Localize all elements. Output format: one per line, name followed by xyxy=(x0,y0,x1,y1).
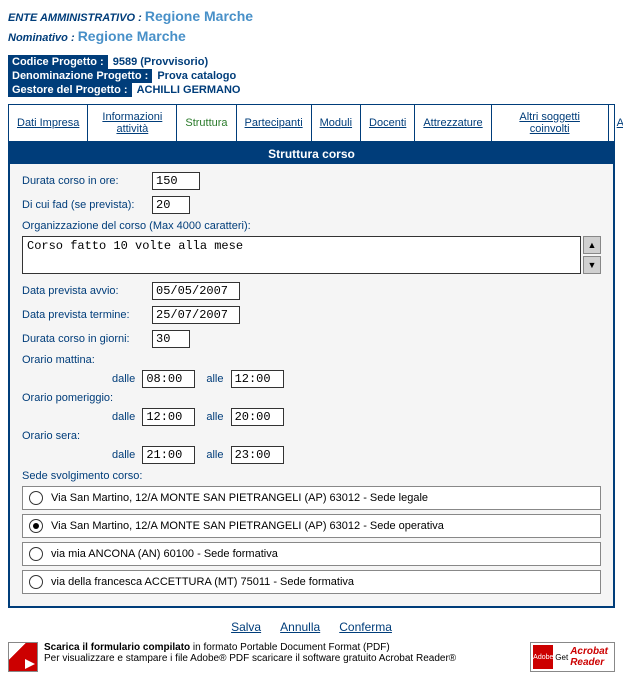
annulla-link[interactable]: Annulla xyxy=(280,620,320,634)
scroll-up-icon[interactable]: ▲ xyxy=(583,236,601,254)
conferma-link[interactable]: Conferma xyxy=(339,620,392,634)
panel-struttura: Struttura corso Durata corso in ore: Di … xyxy=(8,142,615,608)
panel-title: Struttura corso xyxy=(10,144,613,164)
organizzazione-textarea[interactable]: Corso fatto 10 volte alla mese xyxy=(22,236,581,274)
salva-link[interactable]: Salva xyxy=(231,620,261,634)
radio-icon xyxy=(29,575,43,589)
sera-dalle-input[interactable] xyxy=(142,446,195,464)
sera-label: Orario sera: xyxy=(22,430,601,442)
avvio-label: Data prevista avvio: xyxy=(22,285,152,297)
tab-informazioni-attivita[interactable]: Informazioni attività xyxy=(88,105,177,141)
codice-progetto-value: 9589 (Provvisorio) xyxy=(111,56,208,68)
tab-docenti[interactable]: Docenti xyxy=(361,105,415,141)
tab-altri-soggetti[interactable]: Altri soggetti coinvolti xyxy=(492,105,609,141)
mattina-label: Orario mattina: xyxy=(22,354,601,366)
sede-option-1[interactable]: Via San Martino, 12/A MONTE SAN PIETRANG… xyxy=(22,514,601,538)
denominazione-label: Denominazione Progetto : xyxy=(8,69,152,83)
sede-text: via della francesca ACCETTURA (MT) 75011… xyxy=(51,576,354,588)
organizzazione-label: Organizzazione del corso (Max 4000 carat… xyxy=(22,220,601,232)
dalle-label: dalle xyxy=(112,373,135,385)
tab-partecipanti[interactable]: Partecipanti xyxy=(237,105,312,141)
pom-dalle-input[interactable] xyxy=(142,408,195,426)
termine-label: Data prevista termine: xyxy=(22,309,152,321)
alle-label: alle xyxy=(206,373,223,385)
pom-alle-input[interactable] xyxy=(231,408,284,426)
durata-ore-input[interactable] xyxy=(152,172,200,190)
sede-text: via mia ANCONA (AN) 60100 - Sede formati… xyxy=(51,548,278,560)
sede-text: Via San Martino, 12/A MONTE SAN PIETRANG… xyxy=(51,492,428,504)
mattina-alle-input[interactable] xyxy=(231,370,284,388)
gestore-label: Gestore del Progetto : xyxy=(8,83,132,97)
sede-label: Sede svolgimento corso: xyxy=(22,470,601,482)
acrobat-label: AcrobatReader xyxy=(570,646,612,668)
tab-bar: Dati Impresa Informazioni attività Strut… xyxy=(8,104,615,142)
fad-label: Di cui fad (se prevista): xyxy=(22,199,152,211)
avvio-input[interactable] xyxy=(152,282,240,300)
tab-moduli[interactable]: Moduli xyxy=(312,105,361,141)
dalle-label: dalle xyxy=(112,411,135,423)
dalle-label: dalle xyxy=(112,449,135,461)
alle-label: alle xyxy=(206,449,223,461)
codice-progetto-label: Codice Progetto : xyxy=(8,55,108,69)
durata-ore-label: Durata corso in ore: xyxy=(22,175,152,187)
alle-label: alle xyxy=(206,411,223,423)
sede-option-3[interactable]: via della francesca ACCETTURA (MT) 75011… xyxy=(22,570,601,594)
gestore-value: ACHILLI GERMANO xyxy=(135,84,241,96)
get-label: Get xyxy=(553,653,570,662)
adobe-logo-icon: Adobe xyxy=(533,645,553,669)
radio-icon xyxy=(29,547,43,561)
radio-icon xyxy=(29,519,43,533)
footer-text: Scarica il formulario compilato in forma… xyxy=(44,642,530,664)
mattina-dalle-input[interactable] xyxy=(142,370,195,388)
scroll-down-icon[interactable]: ▼ xyxy=(583,256,601,274)
pdf-icon[interactable] xyxy=(8,642,38,672)
sede-option-2[interactable]: via mia ANCONA (AN) 60100 - Sede formati… xyxy=(22,542,601,566)
ente-label: ENTE AMMINISTRATIVO : xyxy=(8,12,142,24)
radio-icon xyxy=(29,491,43,505)
sera-alle-input[interactable] xyxy=(231,446,284,464)
giorni-input[interactable] xyxy=(152,330,190,348)
sede-text: Via San Martino, 12/A MONTE SAN PIETRANG… xyxy=(51,520,444,532)
nominativo-label: Nominativo : xyxy=(8,32,75,44)
nominativo-value: Regione Marche xyxy=(78,28,186,44)
sede-option-0[interactable]: Via San Martino, 12/A MONTE SAN PIETRANG… xyxy=(22,486,601,510)
pomeriggio-label: Orario pomeriggio: xyxy=(22,392,601,404)
scarica-link[interactable]: Scarica il formulario compilato xyxy=(44,642,190,653)
tab-struttura[interactable]: Struttura xyxy=(177,105,236,141)
denominazione-value: Prova catalogo xyxy=(155,70,236,82)
acrobat-reader-badge[interactable]: Adobe Get AcrobatReader xyxy=(530,642,615,672)
fad-input[interactable] xyxy=(152,196,190,214)
tab-attrezzature[interactable]: Attrezzature xyxy=(415,105,491,141)
tab-attestati[interactable]: Attestati xyxy=(609,105,623,141)
giorni-label: Durata corso in giorni: xyxy=(22,333,152,345)
ente-value: Regione Marche xyxy=(145,8,253,24)
tab-dati-impresa[interactable]: Dati Impresa xyxy=(9,105,88,141)
termine-input[interactable] xyxy=(152,306,240,324)
